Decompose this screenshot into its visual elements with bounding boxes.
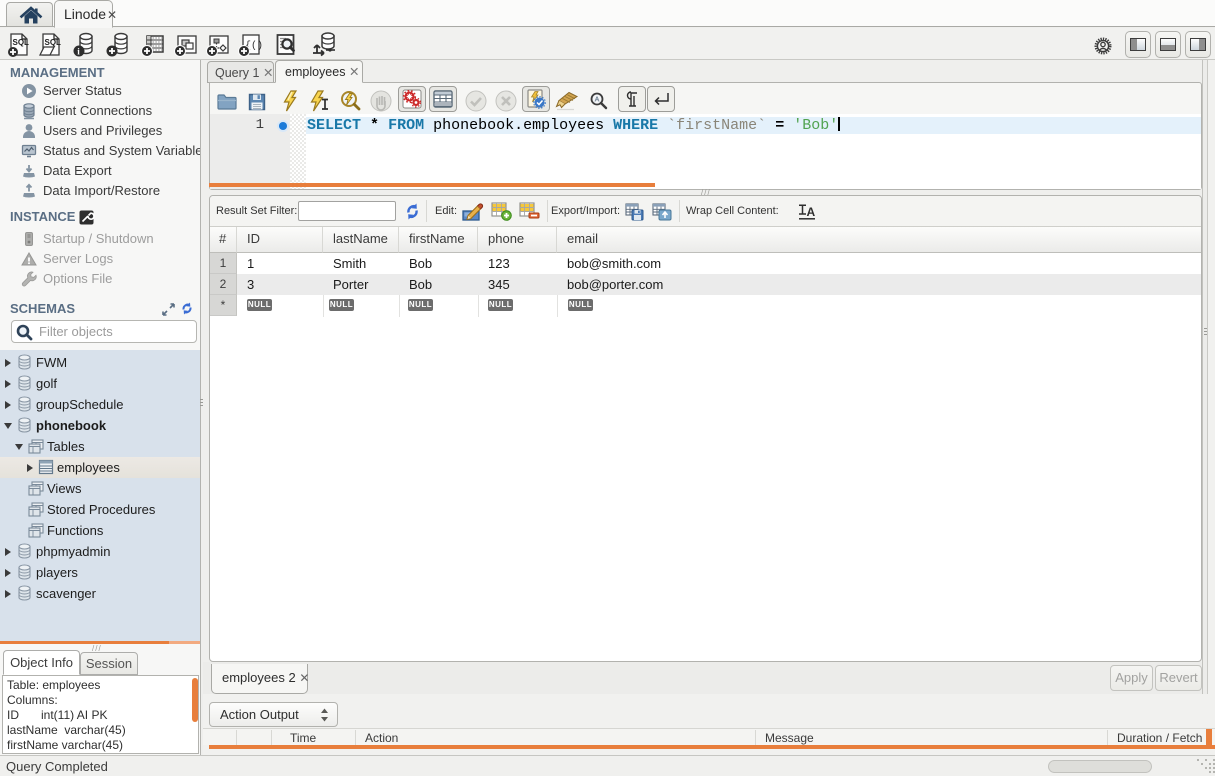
svg-text:SQL: SQL (45, 38, 62, 47)
svg-text:A: A (807, 205, 816, 219)
svg-text:SQL: SQL (13, 38, 30, 47)
